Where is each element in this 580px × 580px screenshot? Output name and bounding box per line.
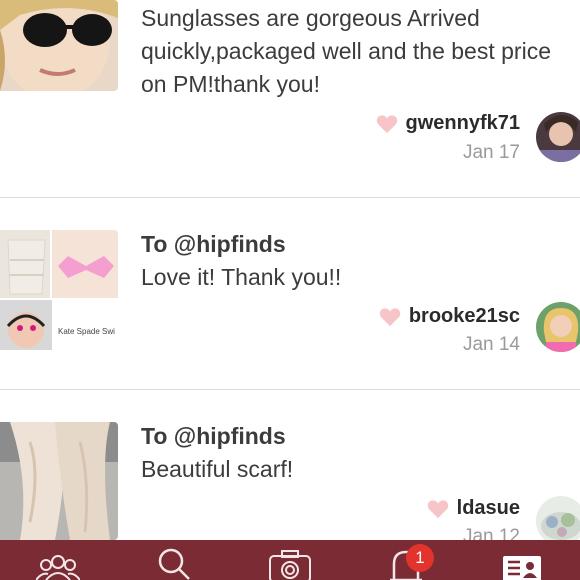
username[interactable]: brooke21sc: [409, 305, 520, 328]
listing-thumbnail-bikini[interactable]: Kate Spade Swi: [0, 230, 118, 350]
avatar[interactable]: [536, 302, 580, 352]
profile-card-icon: [503, 556, 541, 580]
feedback-message: Love it! Thank you!!: [141, 264, 342, 290]
recipient-label: To @hipfinds: [141, 231, 286, 257]
feedback-message: Beautiful scarf!: [141, 456, 294, 482]
feedback-user[interactable]: gwennyfk71: [376, 112, 520, 135]
heart-icon[interactable]: [376, 114, 398, 134]
feedback-card: To @hipfinds Beautiful scarf! ldasue Jan…: [0, 390, 580, 540]
camera-icon: [269, 550, 311, 580]
tab-search[interactable]: [144, 540, 204, 580]
community-icon: [36, 555, 80, 580]
avatar[interactable]: [536, 496, 580, 540]
feedback-date: Jan 14: [462, 334, 520, 355]
search-icon: [158, 548, 190, 580]
tab-community[interactable]: [28, 540, 88, 580]
feedback-text: To @hipfinds Beautiful scarf!: [141, 420, 561, 486]
tab-profile[interactable]: [492, 540, 552, 580]
feedback-date: Jan 17: [462, 142, 520, 163]
username[interactable]: ldasue: [457, 497, 520, 520]
feedback-card: Kate Spade Swi To @hipfinds Love it! Tha…: [0, 198, 580, 389]
listing-thumbnail-scarf[interactable]: [0, 422, 118, 540]
notification-badge: 1: [406, 544, 434, 572]
username[interactable]: gwennyfk71: [406, 112, 520, 135]
feedback-date: Jan 12: [462, 526, 520, 540]
feedback-text: To @hipfinds Love it! Thank you!!: [141, 228, 561, 294]
listing-thumbnail-sunglasses[interactable]: [0, 0, 118, 91]
heart-icon[interactable]: [379, 307, 401, 327]
feedback-card: Sunglasses are gorgeous Arrived quickly,…: [0, 0, 580, 197]
tab-notifications[interactable]: 1: [376, 540, 436, 580]
feedback-user[interactable]: brooke21sc: [379, 305, 520, 328]
feedback-feed: Sunglasses are gorgeous Arrived quickly,…: [0, 0, 580, 540]
feedback-user[interactable]: ldasue: [427, 497, 520, 520]
heart-icon[interactable]: [427, 499, 449, 519]
feedback-message: Sunglasses are gorgeous Arrived quickly,…: [141, 5, 551, 97]
avatar[interactable]: [536, 112, 580, 162]
recipient-label: To @hipfinds: [141, 423, 286, 449]
thumbnail-caption: Kate Spade Swi: [58, 327, 115, 336]
tab-camera[interactable]: [260, 540, 320, 580]
tab-bar: 1: [0, 540, 580, 580]
